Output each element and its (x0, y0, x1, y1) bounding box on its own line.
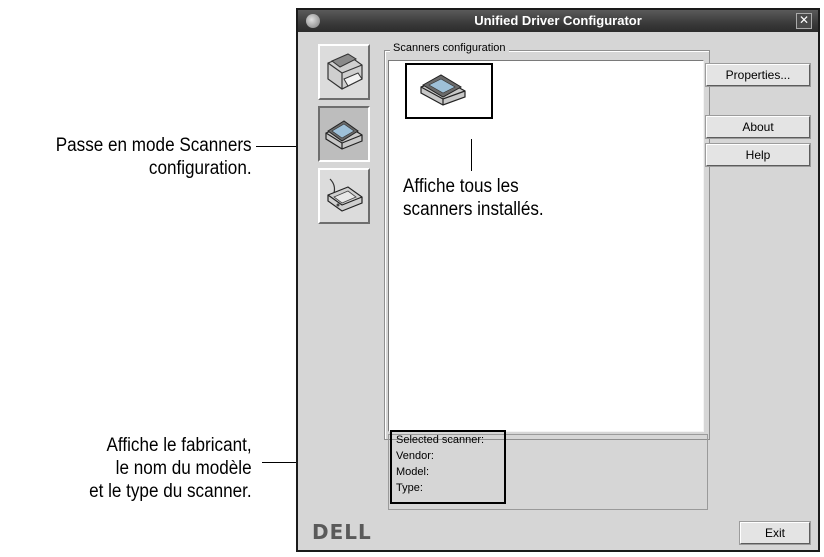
callout-mode-line2: configuration. (149, 158, 252, 179)
callout-info-line1: Affiche le fabricant, (106, 435, 252, 456)
close-button[interactable]: ✕ (796, 13, 812, 29)
type-label: Type: (396, 482, 423, 494)
model-label: Model: (396, 466, 430, 478)
exit-button[interactable]: Exit (740, 522, 810, 544)
properties-button[interactable]: Properties... (706, 64, 810, 86)
groupbox-title: Scanners configuration (390, 42, 509, 54)
configurator-window: Unified Driver Configurator ✕ Scanners c… (296, 8, 820, 552)
scanners-mode-button[interactable] (318, 106, 370, 162)
help-button[interactable]: Help (706, 144, 810, 166)
ports-mode-button[interactable] (318, 168, 370, 224)
app-icon (306, 14, 320, 28)
scanner-icon (325, 120, 363, 150)
window-title: Unified Driver Configurator (474, 13, 642, 28)
title-bar: Unified Driver Configurator ✕ (298, 10, 818, 32)
selected-scanner-label: Selected scanner: (396, 434, 485, 446)
printer-icon (327, 53, 363, 90)
vendor-label: Vendor: (396, 450, 434, 462)
callout-list-text: Affiche tous les scanners installés. (403, 175, 544, 221)
dell-logo: DELL (312, 520, 372, 544)
callout-list-line1: Affiche tous les (403, 176, 519, 197)
callout-info-line2: le nom du modèle (116, 458, 252, 479)
callout-mode-line1: Passe en mode Scanners (56, 135, 252, 156)
callout-list-leader (471, 139, 472, 171)
callout-mode-text: Passe en mode Scanners configuration. (56, 134, 252, 180)
printers-mode-button[interactable] (318, 44, 370, 100)
callout-list-line2: scanners installés. (403, 199, 544, 220)
scanner-list-item[interactable] (405, 63, 493, 119)
about-button[interactable]: About (706, 116, 810, 138)
scanners-list[interactable]: Affiche tous les scanners installés. (388, 60, 704, 432)
callout-info-line3: et le type du scanner. (89, 481, 252, 502)
port-icon (327, 178, 363, 212)
callout-info-text: Affiche le fabricant, le nom du modèle e… (89, 434, 252, 503)
scanner-icon (420, 74, 466, 106)
